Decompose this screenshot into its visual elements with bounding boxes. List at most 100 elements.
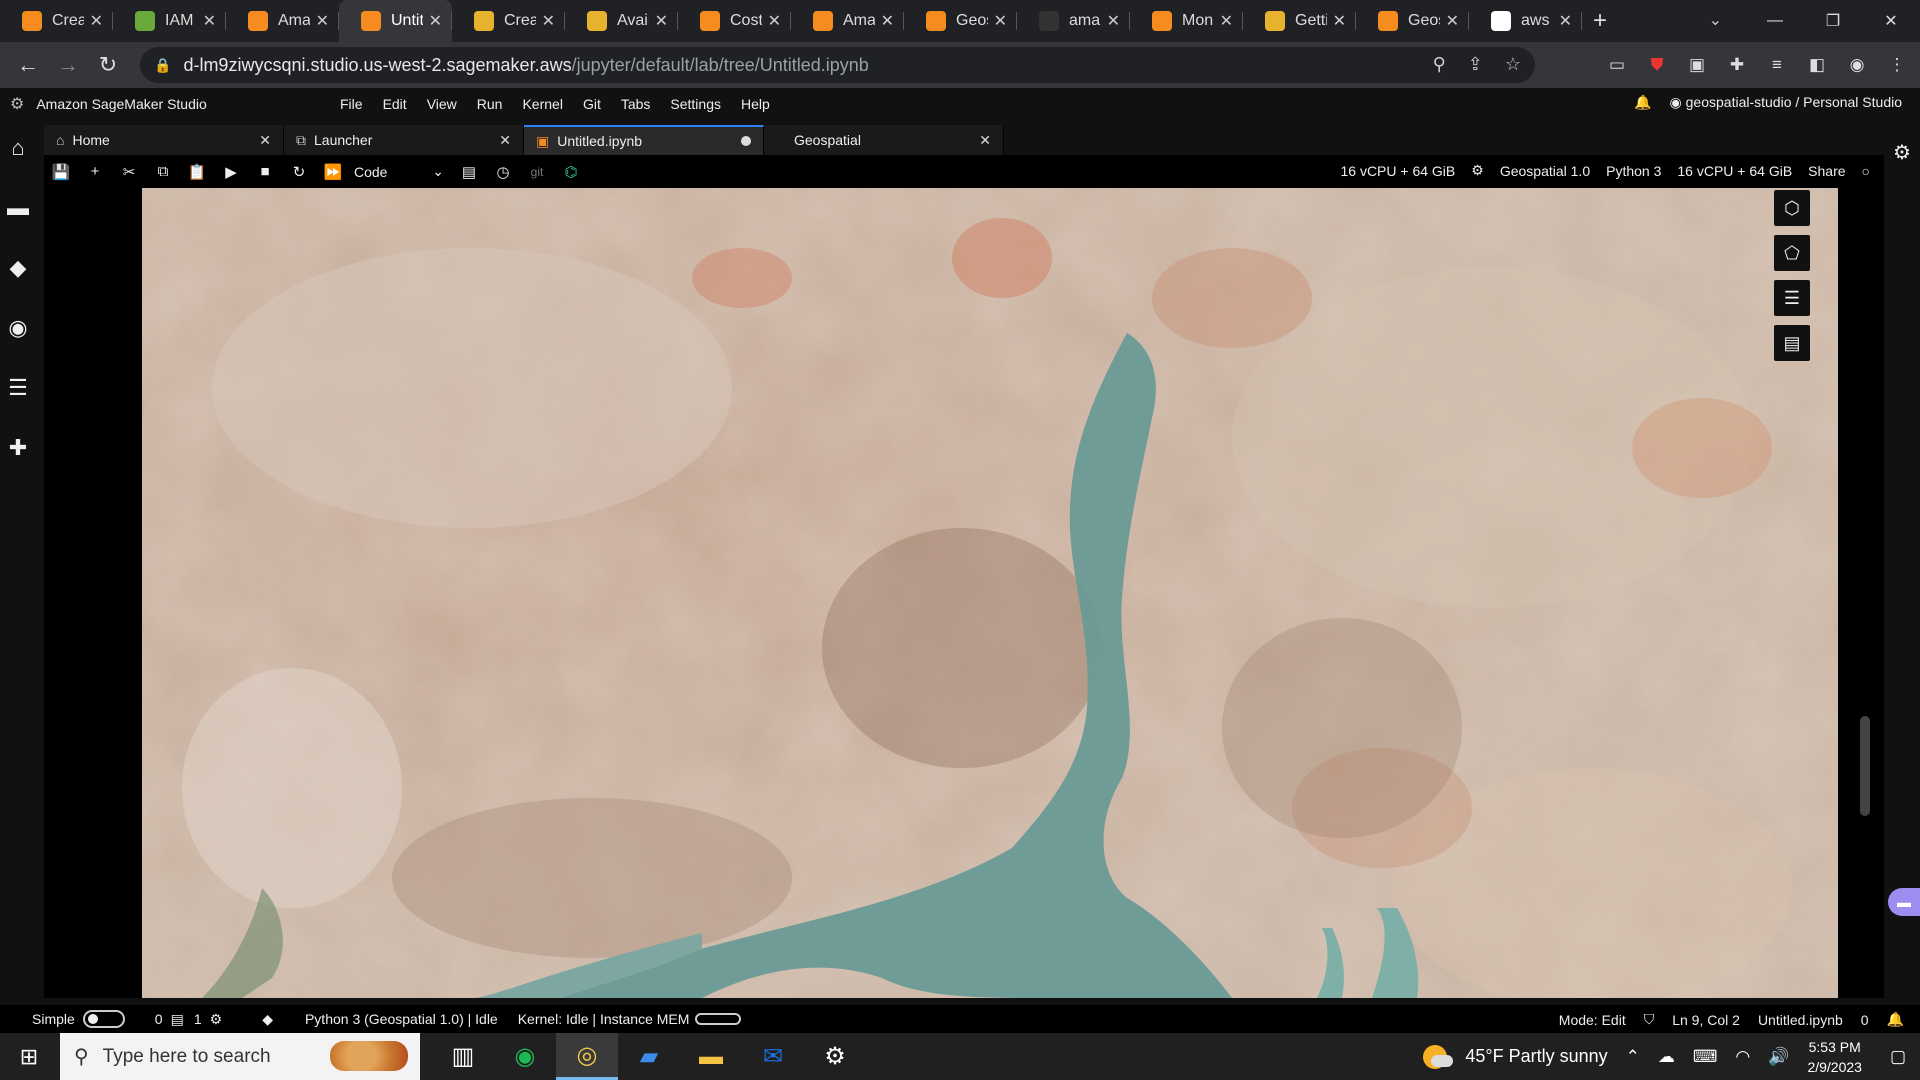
browser-tab[interactable]: Creat ✕ — [452, 0, 565, 42]
kernel-count[interactable]: 1 — [194, 1011, 202, 1027]
legend-icon[interactable]: ▤ — [1774, 325, 1810, 361]
restart-icon[interactable]: ↻ — [282, 163, 316, 181]
shield-icon[interactable]: ⛉ — [1644, 1011, 1655, 1028]
settings-icon[interactable]: ⚙ — [804, 1033, 866, 1080]
table-of-contents-icon[interactable]: ☰ — [0, 358, 36, 418]
browser-tab[interactable]: Mon ✕ — [1130, 0, 1243, 42]
keyboard-icon[interactable]: ⌨ — [1693, 1047, 1718, 1067]
running-terminals-icon[interactable]: ◉ — [0, 298, 36, 358]
close-icon[interactable]: ✕ — [655, 11, 668, 31]
weather-widget[interactable]: 45°F Partly sunny — [1423, 1044, 1608, 1069]
browser-tab[interactable]: Untit ✕ — [339, 0, 452, 42]
git-diff-button[interactable]: git — [520, 165, 554, 179]
media-icon[interactable]: ≡ — [1764, 52, 1790, 78]
tab-search-icon[interactable]: ⌄ — [1709, 10, 1722, 30]
browser-tab[interactable]: Ama ✕ — [791, 0, 904, 42]
copy-icon[interactable]: ⧉ — [146, 163, 180, 180]
share-button[interactable]: Share — [1808, 163, 1845, 179]
layers-list-icon[interactable]: ☰ — [1774, 280, 1810, 316]
puzzle-icon[interactable]: ✚ — [1724, 52, 1750, 78]
kernel-settings-icon[interactable]: ⚙ — [1471, 162, 1484, 179]
unsaved-dot-icon[interactable] — [741, 136, 751, 146]
windows-start-icon[interactable]: ⊞ — [0, 1033, 58, 1080]
browser-tab[interactable]: Geos ✕ — [1356, 0, 1469, 42]
cast-icon[interactable]: ▭ — [1604, 52, 1630, 78]
menu-edit[interactable]: Edit — [373, 96, 417, 112]
menu-settings[interactable]: Settings — [660, 96, 731, 112]
run-all-icon[interactable]: ⏩ — [316, 163, 350, 181]
cube-icon[interactable]: ⬡ — [1774, 190, 1810, 226]
bookmark-star-icon[interactable]: ☆ — [1505, 54, 1521, 75]
close-icon[interactable]: ✕ — [429, 11, 442, 31]
wifi-icon[interactable]: ◠ — [1735, 1047, 1750, 1067]
menu-help[interactable]: Help — [731, 96, 780, 112]
close-icon[interactable]: ✕ — [881, 11, 894, 31]
menu-tabs[interactable]: Tabs — [611, 96, 661, 112]
close-icon[interactable]: ✕ — [1333, 11, 1346, 31]
close-icon[interactable]: ✕ — [499, 132, 511, 149]
browser-tab[interactable]: Avail ✕ — [565, 0, 678, 42]
clock-icon[interactable]: ◷ — [486, 163, 520, 181]
restore-button[interactable]: ❐ — [1804, 0, 1862, 42]
browser-tab[interactable]: Ama ✕ — [226, 0, 339, 42]
paste-icon[interactable]: 📋 — [180, 163, 214, 181]
new-tab-button[interactable]: + — [1582, 0, 1618, 42]
bell-icon[interactable]: 🔔 — [1887, 1011, 1904, 1028]
file-explorer-icon[interactable]: ▬ — [680, 1033, 742, 1080]
image-name[interactable]: Geospatial 1.0 — [1500, 163, 1590, 179]
profile-avatar-icon[interactable]: ◉ — [1844, 52, 1870, 78]
url-bar[interactable]: 🔒 d-lm9ziwycsqni.studio.us-west-2.sagema… — [140, 47, 1535, 83]
close-icon[interactable]: ✕ — [1220, 11, 1233, 31]
instance-type-2[interactable]: 16 vCPU + 64 GiB — [1677, 163, 1792, 179]
files-icon[interactable]: ▰ — [618, 1033, 680, 1080]
share-icon[interactable]: ⇪ — [1468, 54, 1483, 75]
minimize-button[interactable]: — — [1746, 0, 1804, 42]
back-button[interactable]: ← — [8, 52, 48, 78]
run-icon[interactable]: ▶ — [214, 163, 248, 181]
close-icon[interactable]: ✕ — [259, 132, 271, 149]
spotify-icon[interactable]: ◉ — [494, 1033, 556, 1080]
close-icon[interactable]: ✕ — [994, 11, 1007, 31]
zoom-icon[interactable]: ⚲ — [1433, 54, 1446, 75]
chrome-icon[interactable]: ◎ — [556, 1033, 618, 1080]
close-icon[interactable]: ✕ — [979, 132, 991, 149]
menu-file[interactable]: File — [330, 96, 373, 112]
onedrive-icon[interactable]: ☁ — [1658, 1047, 1675, 1067]
ublock-icon[interactable]: ⛊ — [1644, 52, 1670, 78]
property-inspector-icon[interactable]: ⚙ — [1884, 140, 1920, 165]
cursor-position[interactable]: Ln 9, Col 2 — [1672, 1012, 1740, 1028]
close-icon[interactable]: ✕ — [768, 11, 781, 31]
tab-home[interactable]: ⌂ Home ✕ — [44, 125, 284, 155]
browser-tab[interactable]: aws ✕ — [1469, 0, 1582, 42]
terminal-icon[interactable]: ▤ — [452, 163, 486, 181]
kernel-name[interactable]: Python 3 — [1606, 163, 1661, 179]
stop-icon[interactable]: ■ — [248, 163, 282, 180]
notification-count[interactable]: 0 — [1861, 1012, 1869, 1028]
cut-icon[interactable]: ✂ — [112, 163, 146, 181]
chevron-up-icon[interactable]: ⌃ — [1626, 1047, 1640, 1067]
close-icon[interactable]: ✕ — [90, 11, 103, 31]
tab-launcher[interactable]: ⧉ Launcher ✕ — [284, 125, 524, 155]
browser-tab[interactable]: Cost ✕ — [678, 0, 791, 42]
terminal-count[interactable]: 0 — [155, 1011, 163, 1027]
close-icon[interactable]: ✕ — [316, 11, 329, 31]
close-icon[interactable]: ✕ — [542, 11, 555, 31]
cell-type-select[interactable]: Code ⌄ — [354, 163, 444, 180]
volume-icon[interactable]: 🔊 — [1768, 1047, 1789, 1067]
save-icon[interactable]: 💾 — [44, 163, 78, 181]
extensions-icon[interactable]: ✚ — [0, 418, 36, 478]
vertical-scrollbar[interactable] — [1860, 716, 1870, 816]
close-icon[interactable]: ✕ — [1107, 11, 1120, 31]
close-icon[interactable]: ✕ — [1559, 11, 1572, 31]
browser-tab[interactable]: ama ✕ — [1017, 0, 1130, 42]
outlook-icon[interactable]: ✉ — [742, 1033, 804, 1080]
bell-icon[interactable]: 🔔 — [1634, 94, 1651, 111]
clock[interactable]: 5:53 PM 2/9/2023 — [1807, 1037, 1862, 1077]
home-icon[interactable]: ⌂ — [0, 118, 36, 178]
taskbar-search[interactable]: ⚲ Type here to search — [60, 1033, 420, 1080]
draw-polygon-icon[interactable]: ⬠ — [1774, 235, 1810, 271]
simple-mode-toggle[interactable] — [82, 1010, 125, 1028]
browser-tab[interactable]: IAM ✕ — [113, 0, 226, 42]
browser-tab[interactable]: Creat ✕ — [0, 0, 113, 42]
file-browser-icon[interactable]: ▬ — [0, 178, 36, 238]
